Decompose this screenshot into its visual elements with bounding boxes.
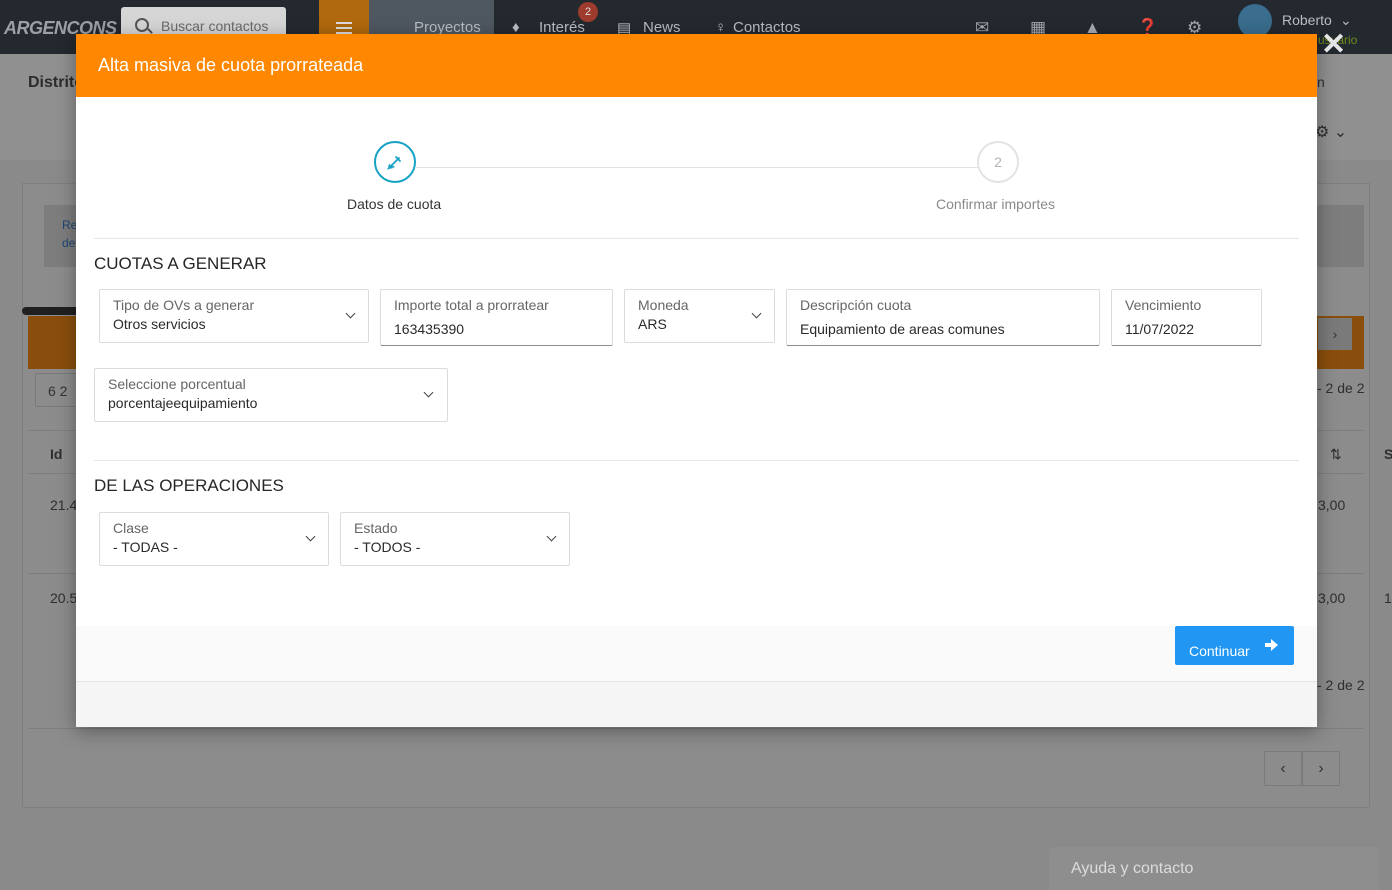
chevron-down-icon: [305, 531, 316, 542]
help-contact-button[interactable]: Ayuda y contacto: [1049, 847, 1379, 890]
tipo-ovs-label: Tipo de OVs a generar: [113, 297, 255, 313]
step-1-label: Datos de cuota: [347, 196, 442, 212]
user-name[interactable]: Roberto: [1282, 12, 1332, 28]
info-text-2: de: [62, 236, 76, 250]
user-chevron-down-icon[interactable]: ⌄: [1340, 12, 1352, 29]
interes-badge: 2: [578, 2, 598, 22]
modal-header: Alta masiva de cuota prorrateada: [76, 34, 1317, 97]
descripcion-cuota-value: Equipamiento de areas comunes: [800, 321, 1005, 337]
table-row-id: 20.5: [50, 590, 78, 606]
moneda-value: ARS: [638, 316, 667, 332]
descripcion-cuota-input[interactable]: Descripción cuota Equipamiento de areas …: [786, 289, 1100, 346]
close-icon[interactable]: ✕: [1321, 30, 1346, 60]
moneda-label: Moneda: [638, 297, 689, 313]
table-row-amount: 3,00: [1318, 590, 1346, 606]
pagination-prev-button[interactable]: ‹: [1264, 751, 1302, 786]
table-row-id: 21.4: [50, 497, 78, 513]
cuota-prorrateada-modal: Alta masiva de cuota prorrateada 2 Datos…: [76, 34, 1317, 727]
divider: [28, 728, 1364, 729]
clase-label: Clase: [113, 520, 149, 536]
importe-total-input[interactable]: Importe total a prorratear 163435390: [380, 289, 613, 346]
hamburger-icon: [336, 22, 352, 24]
table-row-extra: 1: [1384, 590, 1392, 606]
modal-footer: [76, 626, 1317, 682]
pencil-icon: [387, 156, 401, 170]
column-s[interactable]: S: [1384, 446, 1392, 462]
section-title-cuotas: CUOTAS A GENERAR: [94, 254, 267, 273]
vencimiento-value: 11/07/2022: [1125, 321, 1195, 337]
divider: [94, 460, 1299, 461]
continue-button[interactable]: Continuar: [1175, 626, 1294, 665]
descripcion-cuota-label: Descripción cuota: [800, 297, 912, 313]
clase-value: - TODAS -: [113, 539, 178, 555]
modal-title: Alta masiva de cuota prorrateada: [98, 55, 364, 75]
arrow-right-icon: [1265, 639, 1278, 651]
porcentual-select[interactable]: Seleccione porcentual porcentajeequipami…: [94, 368, 448, 422]
clase-select[interactable]: Clase - TODAS -: [99, 512, 329, 566]
porcentual-value: porcentajeequipamiento: [108, 395, 258, 411]
chevron-down-icon: [751, 308, 762, 319]
header-right-text: n: [1317, 74, 1325, 90]
stepper-line: [416, 167, 996, 168]
estado-select[interactable]: Estado - TODOS -: [340, 512, 570, 566]
section-title-operaciones: DE LAS OPERACIONES: [94, 476, 284, 495]
tipo-ovs-value: Otros servicios: [113, 316, 206, 332]
table-row-amount: 3,00: [1318, 497, 1346, 513]
search-icon: [135, 18, 149, 32]
page-settings-gear-icon[interactable]: ⚙ ⌄: [1315, 122, 1347, 142]
tipo-ovs-select[interactable]: Tipo de OVs a generar Otros servicios: [99, 289, 369, 343]
continue-label: Continuar: [1189, 643, 1250, 659]
chevron-down-icon: [423, 387, 434, 398]
porcentual-label: Seleccione porcentual: [108, 376, 246, 392]
divider: [94, 238, 1299, 239]
step-2-label: Confirmar importes: [936, 196, 1056, 212]
pagination-next-button[interactable]: ›: [1302, 751, 1340, 786]
progress-bar: [22, 307, 82, 315]
pagination-info-bottom: - 2 de 2: [1317, 677, 1365, 693]
estado-label: Estado: [354, 520, 398, 536]
moneda-select[interactable]: Moneda ARS: [624, 289, 775, 343]
estado-value: - TODOS -: [354, 539, 421, 555]
sort-icon[interactable]: ⇅: [1330, 446, 1342, 463]
toolbar-next-button[interactable]: ›: [1318, 318, 1352, 350]
importe-total-value: 163435390: [394, 321, 465, 337]
vencimiento-label: Vencimiento: [1125, 297, 1202, 313]
column-id[interactable]: Id: [50, 446, 62, 462]
page-size-select[interactable]: 6 2: [35, 373, 79, 407]
step-2-circle[interactable]: 2: [977, 141, 1019, 183]
vencimiento-input[interactable]: Vencimiento 11/07/2022: [1111, 289, 1262, 346]
pagination-info-top: - 2 de 2: [1317, 380, 1365, 396]
avatar[interactable]: [1238, 4, 1272, 38]
chevron-down-icon: [345, 308, 356, 319]
search-placeholder: Buscar contactos: [161, 18, 269, 34]
importe-total-label: Importe total a prorratear: [394, 297, 549, 313]
step-1-circle[interactable]: [374, 141, 416, 183]
chevron-down-icon: [546, 531, 557, 542]
